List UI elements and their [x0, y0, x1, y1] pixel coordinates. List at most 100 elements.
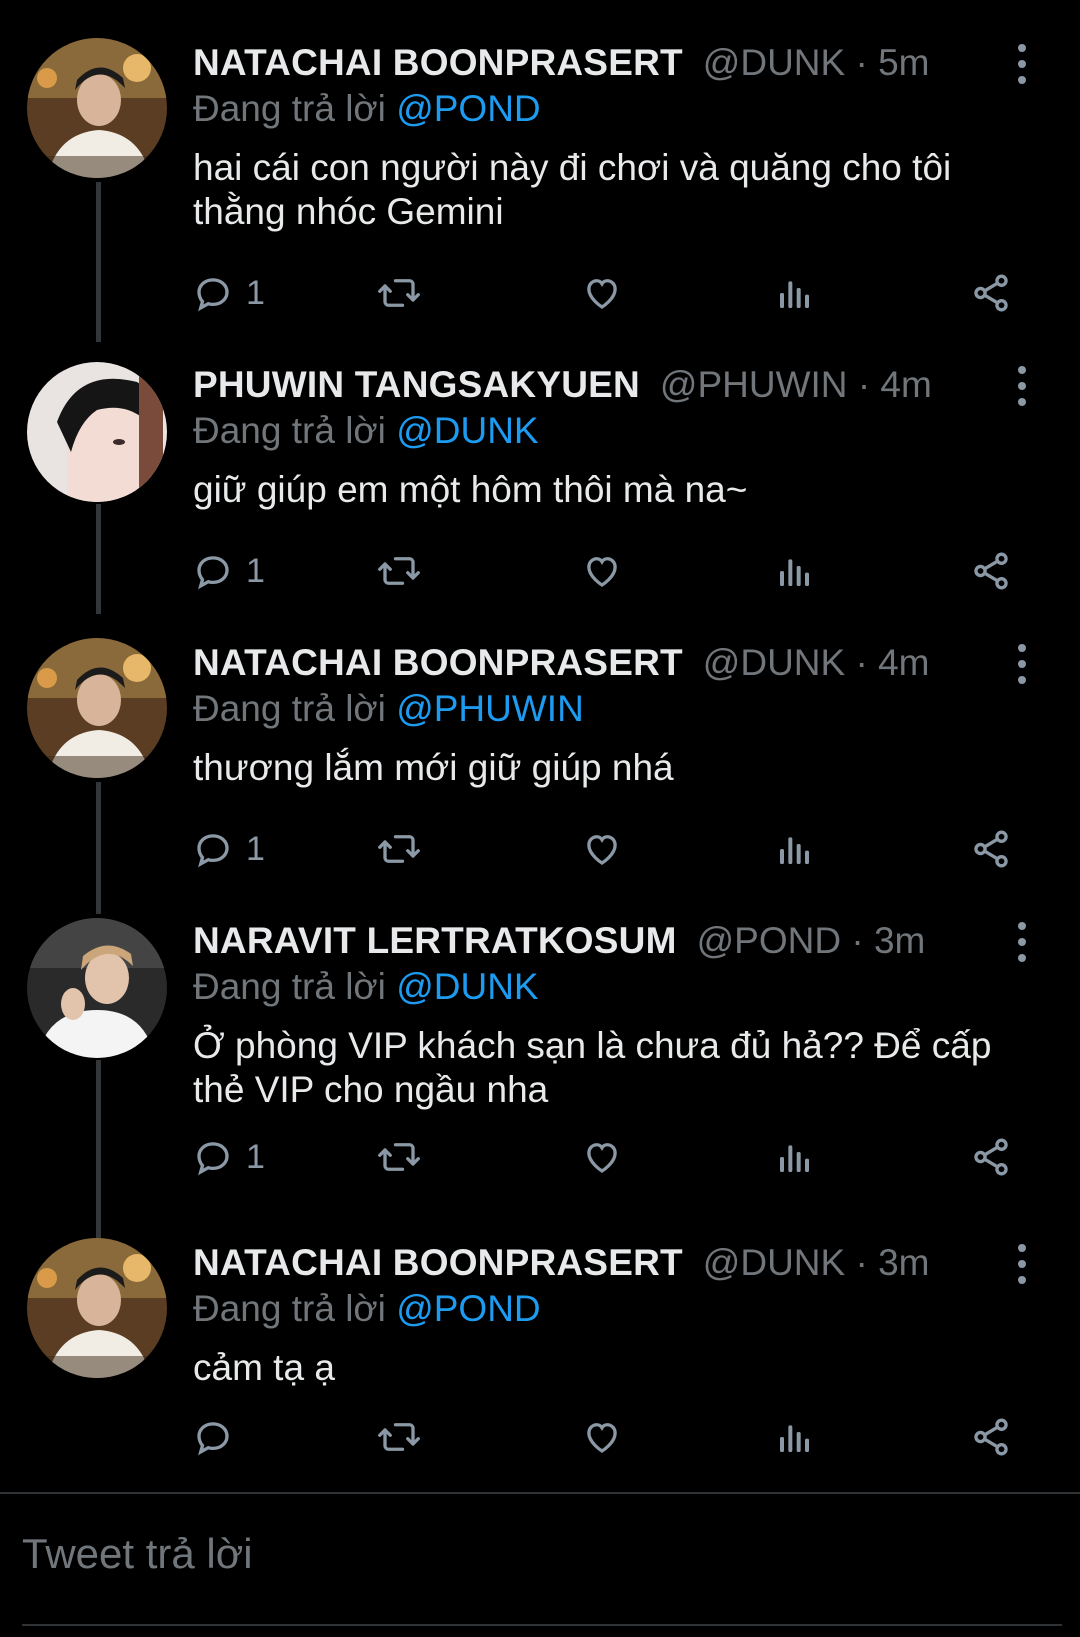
handle-text[interactable]: @DUNK [703, 42, 845, 83]
views-button[interactable] [775, 828, 815, 870]
replying-label: Đang trả lời [193, 966, 386, 1007]
author-handle: @PHUWIN · 4m [660, 364, 932, 406]
thread-connector [96, 1060, 101, 1238]
composer-underline [22, 1624, 1062, 1626]
views-button[interactable] [775, 1416, 815, 1458]
share-icon [970, 550, 1012, 592]
avatar[interactable] [27, 362, 167, 502]
mention-link[interactable]: @POND [396, 1288, 540, 1329]
author-name[interactable]: NATACHAI BOONPRASERT [193, 642, 683, 684]
views-button[interactable] [775, 1136, 815, 1178]
reply-button[interactable]: 1 [192, 828, 265, 870]
heart-icon [581, 272, 623, 314]
replying-to: Đang trả lời @PHUWIN [193, 688, 584, 730]
like-button[interactable] [581, 1136, 623, 1178]
avatar-image [27, 362, 167, 502]
retweet-icon [376, 1136, 422, 1178]
share-button[interactable] [970, 1136, 1012, 1178]
author-name[interactable]: NATACHAI BOONPRASERT [193, 42, 683, 84]
replying-to: Đang trả lời @POND [193, 88, 541, 130]
meta-separator: · [855, 42, 868, 83]
reply-composer-input[interactable]: Tweet trả lời [22, 1530, 253, 1578]
reply-button[interactable]: 1 [192, 1136, 265, 1178]
more-icon[interactable] [1010, 1244, 1034, 1284]
handle-text[interactable]: @DUNK [703, 1242, 845, 1283]
replying-label: Đang trả lời [193, 88, 386, 129]
thread-connector [96, 504, 101, 614]
author-handle: @DUNK · 3m [703, 1242, 930, 1284]
share-button[interactable] [970, 1416, 1012, 1458]
heart-icon [581, 1416, 623, 1458]
avatar[interactable] [27, 638, 167, 778]
share-icon [970, 1416, 1012, 1458]
like-button[interactable] [581, 272, 623, 314]
timestamp[interactable]: 3m [878, 1242, 929, 1283]
handle-text[interactable]: @DUNK [703, 642, 845, 683]
author-name[interactable]: NARAVIT LERTRATKOSUM [193, 920, 677, 962]
more-icon[interactable] [1010, 44, 1034, 84]
like-button[interactable] [581, 828, 623, 870]
more-icon[interactable] [1010, 366, 1034, 406]
retweet-icon [376, 1416, 422, 1458]
replying-label: Đang trả lời [193, 410, 386, 451]
analytics-icon [775, 1416, 815, 1458]
analytics-icon [775, 550, 815, 592]
retweet-button[interactable] [376, 272, 422, 314]
retweet-icon [376, 550, 422, 592]
reply-button[interactable] [192, 1416, 246, 1458]
author-handle: @DUNK · 5m [703, 42, 930, 84]
share-button[interactable] [970, 828, 1012, 870]
timestamp[interactable]: 4m [878, 642, 929, 683]
timestamp[interactable]: 5m [878, 42, 929, 83]
heart-icon [581, 828, 623, 870]
share-icon [970, 828, 1012, 870]
timestamp[interactable]: 4m [880, 364, 931, 405]
avatar[interactable] [27, 918, 167, 1058]
reply-icon [192, 1136, 234, 1178]
author-name[interactable]: PHUWIN TANGSAKYUEN [193, 364, 640, 406]
mention-link[interactable]: @POND [396, 88, 540, 129]
mention-link[interactable]: @DUNK [396, 966, 538, 1007]
more-icon[interactable] [1010, 644, 1034, 684]
reply-icon [192, 272, 234, 314]
reply-icon [192, 1416, 234, 1458]
share-icon [970, 272, 1012, 314]
avatar-image [27, 918, 167, 1058]
tweet-text: hai cái con người này đi chơi và quăng c… [193, 147, 952, 232]
reply-count: 1 [246, 829, 265, 868]
views-button[interactable] [775, 550, 815, 592]
more-icon[interactable] [1010, 922, 1034, 962]
meta-separator: · [857, 364, 871, 405]
share-button[interactable] [970, 272, 1012, 314]
retweet-icon [376, 272, 422, 314]
thread-connector [96, 782, 101, 914]
avatar-image [27, 638, 167, 778]
share-button[interactable] [970, 550, 1012, 592]
retweet-icon [376, 828, 422, 870]
views-button[interactable] [775, 272, 815, 314]
timestamp[interactable]: 3m [874, 920, 925, 961]
handle-text[interactable]: @PHUWIN [660, 364, 848, 405]
like-button[interactable] [581, 550, 623, 592]
share-icon [970, 1136, 1012, 1178]
heart-icon [581, 1136, 623, 1178]
retweet-button[interactable] [376, 1136, 422, 1178]
avatar[interactable] [27, 38, 167, 178]
mention-link[interactable]: @DUNK [396, 410, 538, 451]
tweet-text: Ở phòng VIP khách sạn là chưa đủ hả?? Để… [193, 1025, 992, 1110]
reply-button[interactable]: 1 [192, 272, 265, 314]
retweet-button[interactable] [376, 828, 422, 870]
analytics-icon [775, 1136, 815, 1178]
replying-to: Đang trả lời @POND [193, 1288, 541, 1330]
tweet-text: thương lắm mới giữ giúp nhá [193, 747, 674, 788]
author-name[interactable]: NATACHAI BOONPRASERT [193, 1242, 683, 1284]
reply-button[interactable]: 1 [192, 550, 265, 592]
avatar[interactable] [27, 1238, 167, 1378]
reply-count: 1 [246, 551, 265, 590]
retweet-button[interactable] [376, 550, 422, 592]
retweet-button[interactable] [376, 1416, 422, 1458]
thread-connector [96, 182, 101, 342]
mention-link[interactable]: @PHUWIN [396, 688, 584, 729]
handle-text[interactable]: @POND [697, 920, 841, 961]
like-button[interactable] [581, 1416, 623, 1458]
